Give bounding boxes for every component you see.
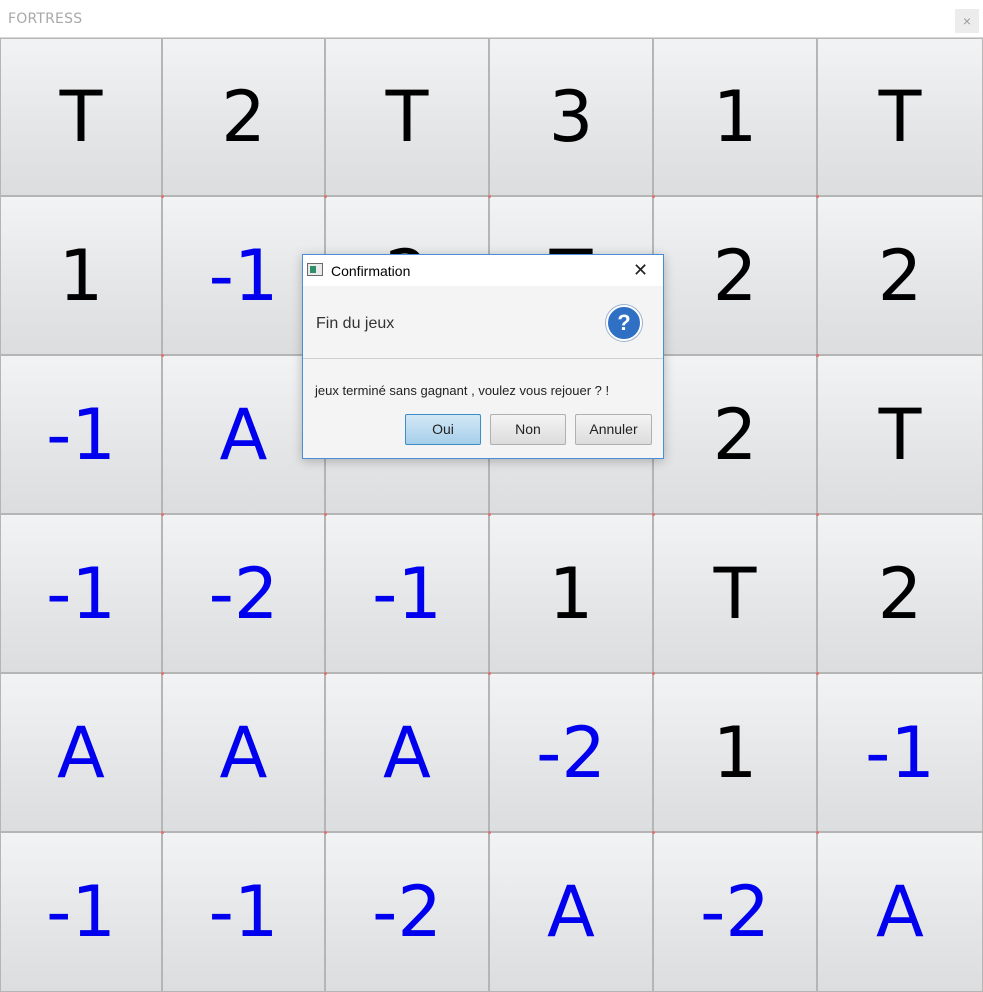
grid-intersection-dot	[324, 831, 327, 834]
board-cell-r6-c4[interactable]: A	[489, 832, 653, 992]
confirmation-dialog: Confirmation ✕ Fin du jeux ? jeux termin…	[302, 254, 664, 459]
board-cell-r3-c1[interactable]: -1	[0, 355, 162, 514]
board-cell-r5-c5[interactable]: 1	[653, 673, 817, 832]
no-button[interactable]: Non	[490, 414, 566, 445]
window-title: FORTRESS	[8, 11, 83, 27]
board-cell-r5-c1[interactable]: A	[0, 673, 162, 832]
board-cell-r2-c6[interactable]: 2	[817, 196, 983, 355]
yes-button[interactable]: Oui	[405, 414, 481, 445]
question-icon: ?	[606, 305, 642, 341]
grid-intersection-dot	[816, 672, 819, 675]
dialog-message: jeux terminé sans gagnant , voulez vous …	[315, 383, 610, 398]
grid-intersection-dot	[816, 831, 819, 834]
app-icon	[307, 263, 323, 276]
board-cell-r6-c5[interactable]: -2	[653, 832, 817, 992]
grid-intersection-dot	[652, 513, 655, 516]
board-cell-r3-c2[interactable]: A	[162, 355, 325, 514]
dialog-title: Confirmation	[331, 263, 411, 279]
grid-intersection-dot	[488, 513, 491, 516]
board-cell-r6-c1[interactable]: -1	[0, 832, 162, 992]
board-cell-r1-c4[interactable]: 3	[489, 38, 653, 196]
grid-intersection-dot	[488, 831, 491, 834]
grid-intersection-dot	[816, 195, 819, 198]
board-cell-r1-c1[interactable]: T	[0, 38, 162, 196]
grid-intersection-dot	[324, 672, 327, 675]
game-board: T2T31T1-12T22-1A2T-1-2-11T2AAA-21-1-1-1-…	[0, 38, 983, 992]
dialog-close-button[interactable]: ✕	[633, 260, 648, 280]
board-cell-r6-c2[interactable]: -1	[162, 832, 325, 992]
board-cell-r4-c4[interactable]: 1	[489, 514, 653, 673]
board-cell-r3-c6[interactable]: T	[817, 355, 983, 514]
board-cell-r2-c1[interactable]: 1	[0, 196, 162, 355]
board-cell-r1-c2[interactable]: 2	[162, 38, 325, 196]
grid-intersection-dot	[652, 195, 655, 198]
grid-intersection-dot	[161, 831, 164, 834]
grid-intersection-dot	[816, 354, 819, 357]
dialog-header-text: Fin du jeux	[316, 315, 395, 332]
grid-intersection-dot	[652, 831, 655, 834]
board-cell-r6-c3[interactable]: -2	[325, 832, 489, 992]
board-cell-r1-c6[interactable]: T	[817, 38, 983, 196]
dialog-header: Fin du jeux ?	[303, 286, 663, 359]
board-cell-r3-c5[interactable]: 2	[653, 355, 817, 514]
board-cell-r6-c6[interactable]: A	[817, 832, 983, 992]
grid-intersection-dot	[161, 354, 164, 357]
board-cell-r4-c6[interactable]: 2	[817, 514, 983, 673]
grid-intersection-dot	[161, 513, 164, 516]
dialog-titlebar: Confirmation ✕	[303, 255, 663, 286]
grid-intersection-dot	[161, 195, 164, 198]
board-cell-r4-c5[interactable]: T	[653, 514, 817, 673]
board-cell-r1-c5[interactable]: 1	[653, 38, 817, 196]
board-cell-r4-c1[interactable]: -1	[0, 514, 162, 673]
board-cell-r5-c3[interactable]: A	[325, 673, 489, 832]
window-titlebar: FORTRESS ×	[0, 0, 983, 38]
grid-intersection-dot	[161, 672, 164, 675]
board-cell-r1-c3[interactable]: T	[325, 38, 489, 196]
grid-intersection-dot	[488, 672, 491, 675]
grid-intersection-dot	[488, 195, 491, 198]
board-cell-r5-c6[interactable]: -1	[817, 673, 983, 832]
grid-intersection-dot	[652, 672, 655, 675]
board-cell-r2-c5[interactable]: 2	[653, 196, 817, 355]
grid-intersection-dot	[324, 513, 327, 516]
window-close-button[interactable]: ×	[955, 9, 979, 33]
board-cell-r4-c2[interactable]: -2	[162, 514, 325, 673]
grid-intersection-dot	[816, 513, 819, 516]
board-cell-r5-c4[interactable]: -2	[489, 673, 653, 832]
grid-intersection-dot	[324, 195, 327, 198]
board-cell-r4-c3[interactable]: -1	[325, 514, 489, 673]
board-cell-r2-c2[interactable]: -1	[162, 196, 325, 355]
board-cell-r5-c2[interactable]: A	[162, 673, 325, 832]
cancel-button[interactable]: Annuler	[575, 414, 652, 445]
